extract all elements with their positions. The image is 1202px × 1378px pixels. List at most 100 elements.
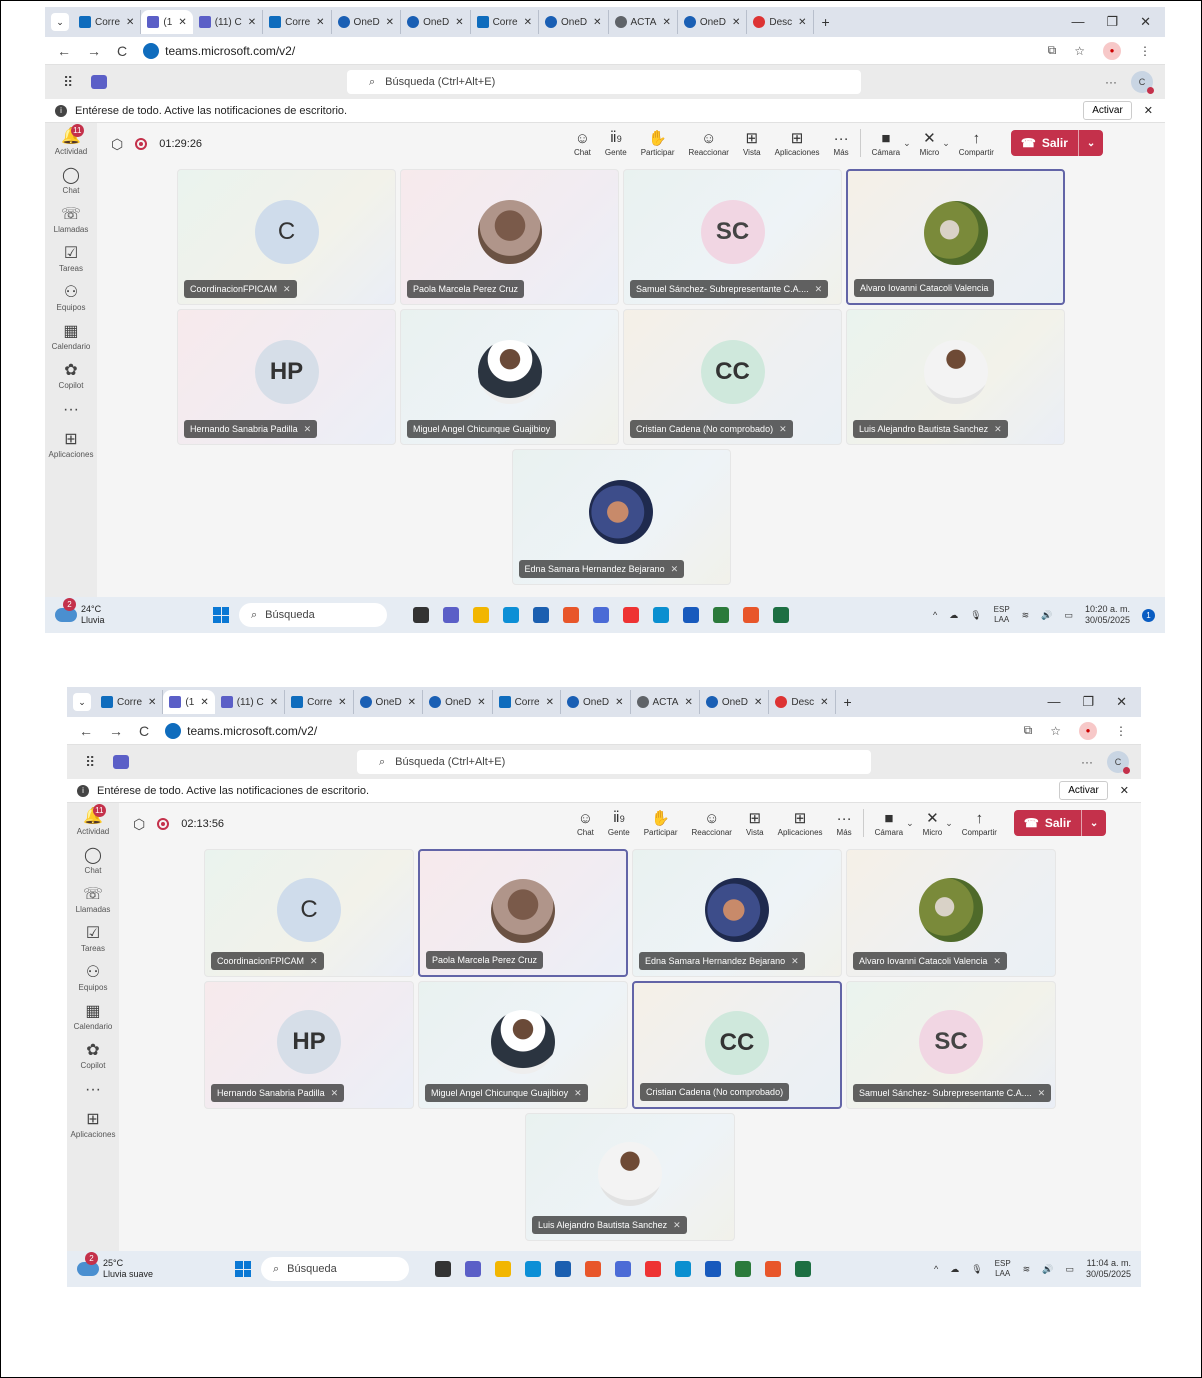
taskbar-search-input[interactable]: ⌕ Búsqueda [239, 603, 387, 627]
browser-tab[interactable]: Desc ✕ [769, 690, 836, 714]
teams-app-icon[interactable] [465, 1261, 481, 1277]
participant-tile[interactable]: Miguel Angel Chicunque Guajibioy [400, 309, 619, 445]
close-window-button[interactable]: ✕ [1116, 694, 1127, 710]
device-2-button[interactable]: ↑ Compartir [955, 810, 1004, 837]
control-reaccionar-button[interactable]: ☺ Reaccionar [682, 130, 736, 157]
activate-notifications-button[interactable]: Activar [1059, 781, 1108, 800]
tab-close-icon[interactable]: ✕ [615, 697, 623, 708]
control-participar-button[interactable]: ✋ Participar [634, 130, 682, 157]
rail-item-chat[interactable]: ◯ Chat [84, 846, 102, 875]
weather-widget[interactable]: 2 25°C Lluvia suave [77, 1252, 217, 1280]
taskbar-search-input[interactable]: ⌕ Búsqueda [261, 1257, 409, 1281]
store-icon[interactable] [533, 607, 549, 623]
rail-item-bell[interactable]: 🔔 11 Actividad [55, 124, 87, 156]
more-options-icon[interactable]: ··· [1105, 75, 1117, 89]
new-tab-button[interactable]: + [814, 14, 838, 30]
control-vista-button[interactable]: ⊞ Vista [736, 130, 768, 157]
restore-button[interactable]: ❐ [1106, 14, 1118, 30]
participant-tile[interactable]: CC Cristian Cadena (No comprobado) ✕ [623, 309, 842, 445]
microphone-icon[interactable]: 🎙 [971, 1264, 982, 1275]
browser-tab[interactable]: OneD ✕ [561, 690, 631, 714]
rail-item-phone[interactable]: ☏ Llamadas [54, 205, 89, 234]
user-avatar[interactable]: C [1131, 71, 1154, 94]
browser-tab[interactable]: OneD ✕ [354, 690, 424, 714]
leave-meeting-button[interactable]: ☎ Salir ⌄ [1010, 130, 1104, 156]
leave-meeting-button[interactable]: ☎ Salir ⌄ [1013, 810, 1107, 836]
microphone-icon[interactable]: 🎙 [970, 610, 981, 621]
tab-close-icon[interactable]: ✕ [148, 697, 156, 708]
control-chat-button[interactable]: ☺ Chat [570, 810, 601, 837]
tab-close-icon[interactable]: ✕ [408, 697, 416, 708]
device-1-button[interactable]: ✕ Micro [916, 810, 950, 837]
battery-icon[interactable]: ▭ [1065, 1264, 1074, 1275]
browser-tab[interactable]: OneD ✕ [678, 10, 748, 34]
control-vista-button[interactable]: ⊞ Vista [739, 810, 771, 837]
more-options-icon[interactable]: ··· [1081, 755, 1093, 769]
browser-tab[interactable]: (11) C ✕ [193, 10, 264, 34]
site-info-icon[interactable] [165, 722, 182, 739]
device-options-chevron-icon[interactable]: ⌄ [906, 818, 914, 829]
tab-close-icon[interactable]: ✕ [684, 697, 692, 708]
browser-tab[interactable]: (1 ✕ [163, 690, 215, 714]
rail-item-apps[interactable]: ⊞ Aplicaciones [49, 430, 94, 459]
browser-tab[interactable]: Corre ✕ [285, 690, 354, 714]
tab-search-button[interactable]: ⌄ [51, 13, 69, 31]
app-launcher-icon[interactable]: ⠿ [85, 754, 95, 771]
notepad-icon[interactable] [713, 607, 729, 623]
participant-tile[interactable]: Luis Alejandro Bautista Sanchez ✕ [525, 1113, 735, 1241]
cloud-sync-icon[interactable]: ☁ [950, 1264, 959, 1275]
url-field[interactable]: teams.microsoft.com/v2/ [143, 42, 295, 59]
leave-main[interactable]: ☎ Salir [1014, 810, 1082, 836]
browser-tab[interactable]: ACTA ✕ [631, 690, 700, 714]
rail-item-copilot[interactable]: ✿ Copilot [81, 1041, 106, 1070]
firefox-icon[interactable] [563, 607, 579, 623]
control-gente-button[interactable]: ⅱ9 Gente [601, 809, 637, 837]
snipping-icon[interactable] [675, 1261, 691, 1277]
bookmark-star-icon[interactable]: ☆ [1050, 724, 1061, 738]
teams-search-input[interactable]: ⌕ Búsqueda (Ctrl+Alt+E) [357, 750, 871, 774]
browser-tab[interactable]: OneD ✕ [401, 10, 471, 34]
rail-item-phone[interactable]: ☏ Llamadas [76, 885, 111, 914]
forward-button[interactable]: → [109, 723, 123, 739]
rail-item-teams[interactable]: ⚇ Equipos [79, 963, 108, 992]
tab-close-icon[interactable]: ✕ [732, 17, 740, 28]
volume-icon[interactable]: 🔊 [1041, 610, 1052, 621]
taskbar-clock[interactable]: 11:04 a. m. 30/05/2025 [1086, 1258, 1131, 1280]
tab-search-button[interactable]: ⌄ [73, 693, 91, 711]
participant-tile[interactable]: HP Hernando Sanabria Padilla ✕ [204, 981, 414, 1109]
rail-item-more[interactable]: ··· [63, 400, 79, 420]
leave-options-chevron-icon[interactable]: ⌄ [1082, 818, 1106, 829]
firefox-icon[interactable] [585, 1261, 601, 1277]
dismiss-notification-icon[interactable]: ✕ [1144, 104, 1153, 117]
tab-close-icon[interactable]: ✕ [593, 17, 601, 28]
wifi-icon[interactable]: ≋ [1023, 1264, 1031, 1275]
browser-tab[interactable]: Corre ✕ [493, 690, 561, 714]
tab-close-icon[interactable]: ✕ [455, 17, 463, 28]
close-window-button[interactable]: ✕ [1140, 14, 1151, 30]
install-app-icon[interactable]: ⧉ [1024, 723, 1033, 738]
tab-close-icon[interactable]: ✕ [178, 17, 186, 28]
cloud-sync-icon[interactable]: ☁ [949, 610, 958, 621]
rail-item-bell[interactable]: 🔔 11 Actividad [77, 804, 109, 836]
rail-item-copilot[interactable]: ✿ Copilot [59, 361, 84, 390]
dismiss-notification-icon[interactable]: ✕ [1120, 784, 1129, 797]
tab-close-icon[interactable]: ✕ [316, 17, 324, 28]
reload-button[interactable]: C [139, 723, 149, 739]
rail-item-chat[interactable]: ◯ Chat [62, 166, 80, 195]
participant-tile[interactable]: Paola Marcela Perez Cruz [400, 169, 619, 305]
browser-tab[interactable]: Corre ✕ [95, 690, 164, 714]
participant-tile[interactable]: Edna Samara Hernandez Bejarano ✕ [511, 449, 731, 585]
tab-close-icon[interactable]: ✕ [754, 697, 762, 708]
show-hidden-icons-icon[interactable]: ^ [934, 1264, 938, 1274]
file-explorer-icon[interactable] [473, 607, 489, 623]
forward-button[interactable]: → [87, 43, 101, 59]
participant-tile[interactable]: C CoordinacionFPICAM ✕ [204, 849, 414, 977]
word-icon[interactable] [705, 1261, 721, 1277]
participant-tile[interactable]: C CoordinacionFPICAM ✕ [177, 169, 396, 305]
security-icon[interactable] [593, 607, 609, 623]
control-más-button[interactable]: ··· Más [830, 810, 859, 837]
chrome-profile-icon[interactable] [743, 607, 759, 623]
participant-tile[interactable]: Miguel Angel Chicunque Guajibioy ✕ [418, 981, 628, 1109]
rail-item-teams[interactable]: ⚇ Equipos [57, 283, 86, 312]
rail-item-calendar[interactable]: ▦ Calendario [74, 1002, 113, 1031]
